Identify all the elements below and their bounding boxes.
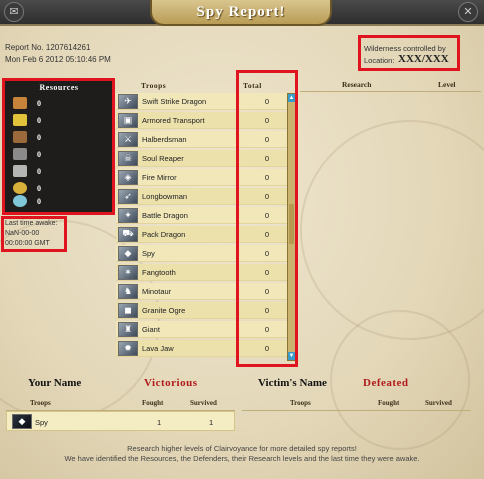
defender-table-header: Troops Fought Survived (242, 397, 471, 411)
longbowman-icon: ➶ (118, 188, 138, 204)
defender-name: Victim's Name (258, 377, 327, 389)
attacker-troop-fought: 1 (157, 418, 162, 427)
attacker-status: Victorious (144, 377, 198, 389)
scroll-icon[interactable]: ✉ (4, 2, 24, 22)
last-awake-time: 00:00:00 GMT (5, 240, 50, 247)
research-table-header: Research Level (300, 76, 481, 92)
attacker-troops-header: Troops (30, 399, 51, 407)
last-awake-date: NaN-00-00 (5, 230, 40, 237)
attacker-fought-header: Fought (142, 399, 164, 407)
decorative-swirl (300, 120, 484, 340)
footer-hint: Research higher levels of Clairvoyance f… (127, 444, 357, 453)
minotaur-icon: ♞ (118, 283, 138, 299)
fangtooth-icon: ✶ (118, 264, 138, 280)
spy-report-window: ✉ Spy Report! ✕ Report No. 1207614261 Mo… (0, 0, 484, 479)
close-icon[interactable]: ✕ (458, 2, 478, 22)
defender-survived-header: Survived (425, 399, 452, 407)
attacker-troop-survived: 1 (209, 418, 214, 427)
attacker-survived-header: Survived (190, 399, 217, 407)
spy-icon: ◆ (118, 245, 138, 261)
defender-status: Defeated (363, 377, 409, 389)
level-column-header: Level (438, 80, 456, 89)
spy-icon: ◆ (12, 414, 32, 429)
location-value: XXX/XXX (398, 53, 449, 65)
giant-icon: ♜ (118, 321, 138, 337)
attacker-table-header: Troops Fought Survived (6, 397, 235, 411)
attacker-name: Your Name (28, 377, 82, 389)
report-number: Report No. 1207614261 (5, 43, 91, 52)
last-awake-label: Last time awake: (5, 220, 58, 227)
troops-column-header: Troops (141, 81, 167, 90)
attacker-troop-name: Spy (35, 418, 48, 427)
defender-fought-header: Fought (378, 399, 400, 407)
location-label: Location: (364, 56, 395, 65)
pack-dragon-icon: ⛟ (118, 226, 138, 242)
lava-jaw-icon: ✹ (118, 340, 138, 356)
total-column-highlight (236, 70, 298, 367)
window-title-bar: ✉ Spy Report! ✕ (0, 0, 484, 26)
resources-highlight (2, 78, 115, 215)
attacker-troop-row: ◆ Spy 1 1 (6, 411, 235, 431)
soul-reaper-icon: ☠ (118, 150, 138, 166)
armored-transport-icon: ▣ (118, 112, 138, 128)
swift-strike-dragon-icon: ✈ (118, 93, 138, 109)
wilderness-controlled-label: Wilderness controlled by (364, 44, 446, 53)
fire-mirror-icon: ◈ (118, 169, 138, 185)
report-date: Mon Feb 6 2012 05:10:46 PM (5, 55, 111, 64)
window-title: Spy Report! (150, 0, 332, 26)
halberdsman-icon: ⚔ (118, 131, 138, 147)
granite-ogre-icon: ◼ (118, 302, 138, 318)
research-column-header: Research (342, 80, 372, 89)
defender-troops-header: Troops (290, 399, 311, 407)
battle-dragon-icon: ✦ (118, 207, 138, 223)
footer-description: We have identified the Resources, the De… (64, 454, 420, 463)
